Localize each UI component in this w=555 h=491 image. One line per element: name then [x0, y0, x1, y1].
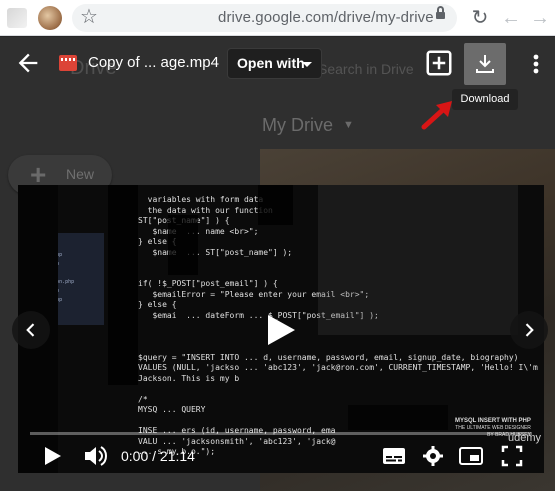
plus-icon: + — [30, 159, 47, 190]
page-title: My Drive — [262, 115, 333, 135]
back-arrow-icon[interactable] — [14, 49, 42, 77]
code-line: MYSQ ... QUERY — [138, 405, 206, 414]
open-with-label: Open with — [237, 55, 305, 71]
play-icon[interactable] — [265, 313, 297, 347]
chevron-down-icon: ▼ — [343, 119, 354, 131]
red-pointer-arrow — [421, 101, 452, 130]
new-button-label: New — [66, 166, 95, 182]
fullscreen-icon[interactable] — [500, 443, 524, 469]
code-line: /* — [138, 394, 148, 404]
play-pause-icon[interactable] — [42, 443, 64, 469]
mask-tile — [108, 185, 138, 385]
browser-toolbar: ☆ drive.google.com/drive/my-drive ↻ ← → — [0, 0, 555, 36]
settings-icon[interactable] — [421, 443, 445, 469]
mask-tile — [348, 405, 448, 430]
viewer-header: Copy of ... age.mp4 Open with — [0, 37, 555, 91]
profile-avatar[interactable] — [38, 6, 62, 30]
address-url[interactable]: drive.google.com/drive/my-drive — [218, 9, 434, 26]
mask-tile — [258, 185, 293, 225]
watermark-line: MYSQL INSERT WITH PHP — [455, 418, 531, 424]
video-file-icon — [59, 55, 77, 71]
add-to-drive-icon[interactable] — [424, 48, 454, 78]
chevron-right-icon — [525, 323, 534, 337]
download-icon — [476, 55, 494, 73]
volume-icon[interactable] — [82, 443, 108, 469]
code-line: $query = "INSERT INTO ... d, username, p… — [138, 352, 519, 362]
more-vert-icon[interactable] — [524, 49, 548, 79]
picture-in-picture-icon[interactable] — [458, 443, 484, 469]
download-tooltip: Download — [452, 89, 518, 110]
reload-icon[interactable]: ↻ — [467, 5, 493, 31]
caret-down-icon — [302, 62, 312, 67]
back-nav-icon[interactable]: ← — [498, 5, 524, 31]
lock-icon[interactable] — [436, 6, 445, 20]
mask-tile — [168, 215, 198, 275]
time-display: 0:00 / 21:14 — [121, 448, 195, 464]
open-with-button[interactable]: Open with — [227, 48, 322, 79]
video-player[interactable]: php signup.phpindex.php connection.phpin… — [18, 185, 544, 473]
tab-favicon-icon[interactable] — [7, 8, 27, 28]
chevron-left-icon — [26, 323, 35, 337]
watermark-line: THE ULTIMATE WEB DESIGNER — [455, 425, 531, 431]
code-line: VALUES (NULL, 'jackso ... 'abc123', 'jac… — [138, 363, 538, 372]
file-title: Copy of ... age.mp4 — [88, 54, 219, 71]
code-line: Jackson. This is my b — [138, 373, 240, 383]
mask-tile — [318, 185, 518, 335]
subtitles-icon[interactable] — [382, 443, 406, 469]
forward-nav-icon[interactable]: → — [527, 5, 553, 31]
previous-file-button[interactable] — [12, 311, 50, 349]
download-button[interactable] — [464, 43, 506, 85]
next-file-button[interactable] — [510, 311, 548, 349]
bookmark-star-icon[interactable]: ☆ — [80, 5, 98, 29]
seek-bar[interactable] — [30, 432, 532, 435]
